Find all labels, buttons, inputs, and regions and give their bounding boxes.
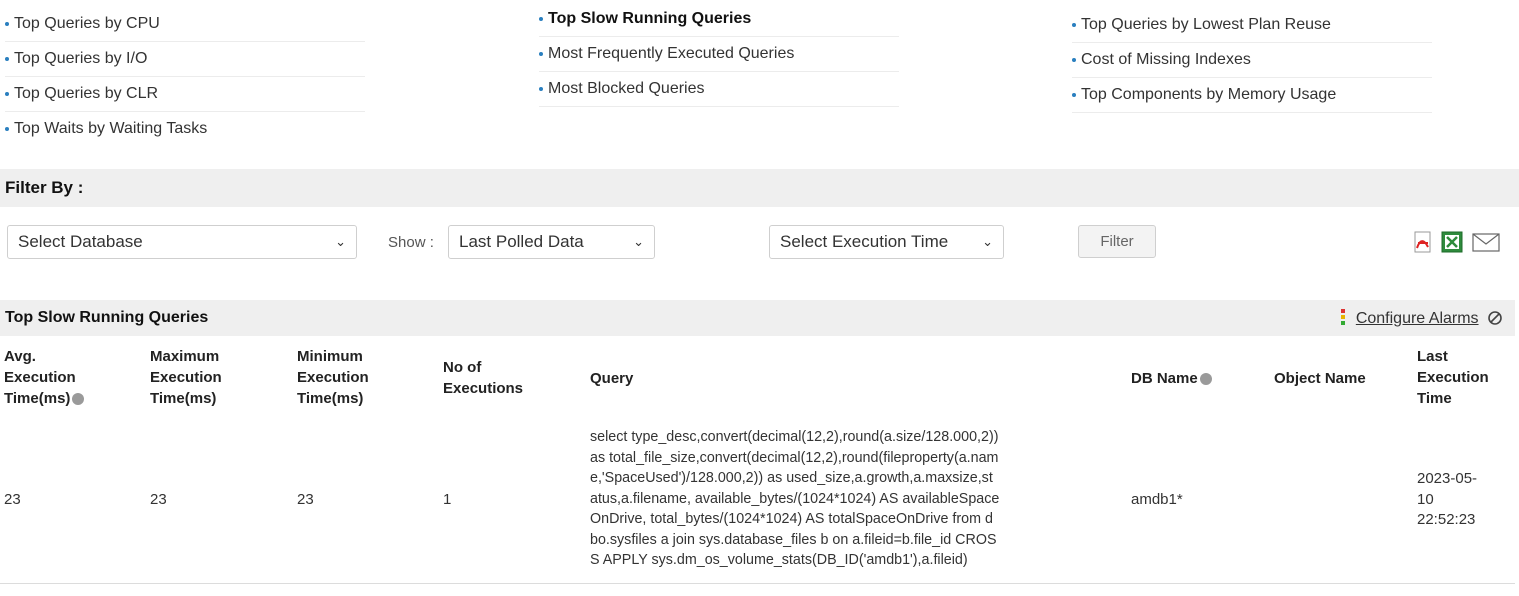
info-icon[interactable] <box>72 393 85 406</box>
report-links-column-2: Top Slow Running Queries Most Frequently… <box>539 2 899 107</box>
cell-db-name: amdb1* <box>1131 491 1183 508</box>
cell-query: select type_desc,convert(decimal(12,2),r… <box>590 429 1000 568</box>
cell-last-execution-time: 2023-05- 10 22:52:23 <box>1417 470 1478 528</box>
cell-no-of-executions: 1 <box>443 491 452 508</box>
excel-icon[interactable] <box>1441 231 1463 253</box>
column-header-maximum-execution-time[interactable]: Maximum Execution Time(ms) <box>150 346 222 409</box>
bullet-icon <box>5 21 9 26</box>
filter-button[interactable]: Filter <box>1078 225 1156 258</box>
report-links-column-1: Top Queries by CPU Top Queries by I/O To… <box>5 7 365 146</box>
table-title-bar: Top Slow Running Queries Configure Alarm… <box>0 300 1515 336</box>
bullet-icon <box>539 16 543 21</box>
column-header-db-name[interactable]: DB Name <box>1131 368 1212 389</box>
configure-alarms-link[interactable]: Configure Alarms <box>1356 310 1479 327</box>
column-header-no-of-executions[interactable]: No of Executions <box>443 357 523 399</box>
bullet-icon <box>5 126 9 131</box>
configure-alarms[interactable]: Configure Alarms <box>1338 308 1503 328</box>
disable-icon[interactable] <box>1487 310 1503 326</box>
link-most-blocked-queries[interactable]: Most Blocked Queries <box>539 72 899 107</box>
column-header-object-name[interactable]: Object Name <box>1274 368 1366 389</box>
chevron-down-icon: ⌄ <box>335 234 346 249</box>
show-select[interactable]: Last Polled Data ⌄ <box>448 225 655 259</box>
column-header-last-execution-time[interactable]: Last Execution Time <box>1417 346 1489 409</box>
execution-time-select-value: Select Execution Time <box>780 232 949 251</box>
database-select-value: Select Database <box>18 232 143 251</box>
link-top-queries-by-cpu[interactable]: Top Queries by CPU <box>5 7 365 42</box>
report-links: Top Queries by CPU Top Queries by I/O To… <box>0 0 1519 160</box>
column-header-minimum-execution-time[interactable]: Minimum Execution Time(ms) <box>297 346 369 409</box>
show-select-value: Last Polled Data <box>459 232 584 251</box>
cell-maximum-execution-time: 23 <box>150 491 167 508</box>
link-most-frequently-executed-queries[interactable]: Most Frequently Executed Queries <box>539 37 899 72</box>
bullet-icon <box>539 51 543 56</box>
show-label: Show : <box>388 234 434 251</box>
chevron-down-icon: ⌄ <box>982 234 993 249</box>
bullet-icon <box>5 56 9 61</box>
link-cost-of-missing-indexes[interactable]: Cost of Missing Indexes <box>1072 43 1432 78</box>
chevron-down-icon: ⌄ <box>633 234 644 249</box>
column-header-query[interactable]: Query <box>590 368 633 389</box>
pdf-icon[interactable] <box>1412 231 1434 253</box>
report-links-column-3: Top Queries by Lowest Plan Reuse Cost of… <box>1072 8 1432 113</box>
bullet-icon <box>539 86 543 91</box>
link-top-components-by-memory-usage[interactable]: Top Components by Memory Usage <box>1072 78 1432 113</box>
database-select[interactable]: Select Database ⌄ <box>7 225 357 259</box>
bullet-icon <box>1072 22 1076 27</box>
link-top-slow-running-queries[interactable]: Top Slow Running Queries <box>539 2 899 37</box>
bullet-icon <box>1072 57 1076 62</box>
alarm-status-icon <box>1340 309 1345 325</box>
link-top-queries-by-lowest-plan-reuse[interactable]: Top Queries by Lowest Plan Reuse <box>1072 8 1432 43</box>
bullet-icon <box>5 91 9 96</box>
filter-by-label: Filter By : <box>5 178 84 197</box>
mail-icon[interactable] <box>1472 231 1500 253</box>
bullet-icon <box>1072 92 1076 97</box>
link-top-queries-by-io[interactable]: Top Queries by I/O <box>5 42 365 77</box>
cell-minimum-execution-time: 23 <box>297 491 314 508</box>
link-top-queries-by-clr[interactable]: Top Queries by CLR <box>5 77 365 112</box>
row-divider <box>0 583 1515 584</box>
cell-avg-execution-time: 23 <box>4 491 21 508</box>
table-title: Top Slow Running Queries <box>5 309 209 326</box>
filter-bar: Filter By : <box>0 169 1519 207</box>
link-top-waits-by-waiting-tasks[interactable]: Top Waits by Waiting Tasks <box>5 112 365 146</box>
column-header-avg-execution-time[interactable]: Avg. Execution Time(ms) <box>4 346 85 409</box>
execution-time-select[interactable]: Select Execution Time ⌄ <box>769 225 1004 259</box>
info-icon[interactable] <box>1199 373 1212 386</box>
